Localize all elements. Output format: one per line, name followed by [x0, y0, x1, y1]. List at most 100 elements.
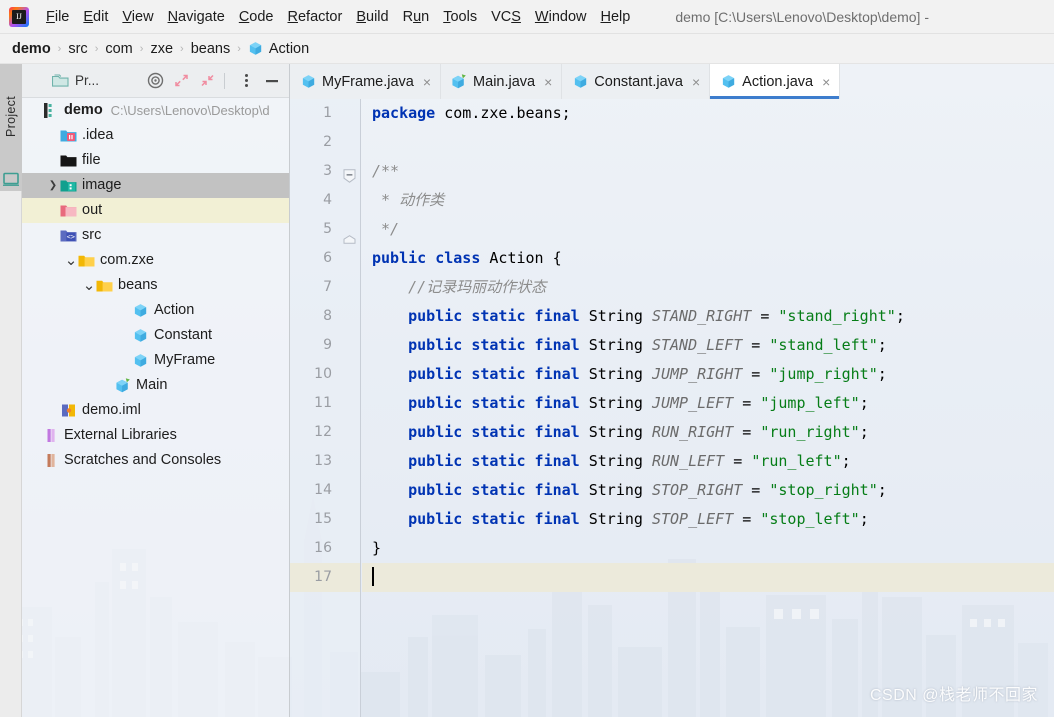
- close-icon[interactable]: ×: [822, 75, 830, 89]
- gutter-line-7[interactable]: 7: [290, 273, 360, 302]
- code-editor[interactable]: 1 2 3 4 5 6 7 8 9 10 11 12 13 14 15 16 17 package com.zx…: [290, 99, 1054, 717]
- locate-file-button[interactable]: [144, 70, 166, 92]
- tree-node-out[interactable]: out: [22, 198, 289, 223]
- tree-node-src[interactable]: <> src: [22, 223, 289, 248]
- code-line-16[interactable]: }: [362, 534, 1054, 563]
- menu-help[interactable]: Help: [593, 7, 637, 27]
- hide-panel-button[interactable]: [261, 70, 283, 92]
- breadcrumb-item-com[interactable]: com: [105, 41, 132, 57]
- editor-tab-main-java[interactable]: Main.java ×: [441, 64, 563, 99]
- close-icon[interactable]: ×: [423, 75, 431, 89]
- code-token: JUMP_LEFT: [651, 394, 734, 412]
- breadcrumb-item-beans[interactable]: beans: [191, 41, 231, 57]
- tree-node-image[interactable]: ❯ image: [22, 173, 289, 198]
- code-line-1[interactable]: package com.zxe.beans;: [362, 99, 1054, 128]
- menu-view[interactable]: View: [115, 7, 160, 27]
- close-icon[interactable]: ×: [692, 75, 700, 89]
- menu-edit[interactable]: Edit: [76, 7, 115, 27]
- editor-gutter[interactable]: 1 2 3 4 5 6 7 8 9 10 11 12 13 14 15 16 17: [290, 99, 361, 717]
- code-token: STOP_RIGHT: [651, 481, 743, 499]
- breadcrumb-item-action[interactable]: Action: [248, 41, 309, 57]
- chevron-right-icon[interactable]: ❯: [46, 180, 60, 191]
- code-line-3[interactable]: /**: [362, 157, 1054, 186]
- expand-all-button[interactable]: [170, 70, 192, 92]
- menu-window[interactable]: Window: [528, 7, 594, 27]
- gutter-line-1[interactable]: 1: [290, 99, 360, 128]
- gutter-line-8[interactable]: 8: [290, 302, 360, 331]
- editor-tab-action-java[interactable]: Action.java ×: [710, 64, 841, 99]
- code-line-2[interactable]: [362, 128, 1054, 157]
- tree-node-external-libraries[interactable]: External Libraries: [22, 423, 289, 448]
- tree-node-main[interactable]: Main: [22, 373, 289, 398]
- code-line-12[interactable]: public static final String RUN_RIGHT = "…: [362, 418, 1054, 447]
- code-line-8[interactable]: public static final String STAND_RIGHT =…: [362, 302, 1054, 331]
- menu-build[interactable]: Build: [349, 7, 395, 27]
- menu-refactor[interactable]: Refactor: [281, 7, 350, 27]
- gutter-line-16[interactable]: 16: [290, 534, 360, 563]
- code-line-7[interactable]: //记录玛丽动作状态: [362, 273, 1054, 302]
- collapse-all-button[interactable]: [196, 70, 218, 92]
- gutter-line-5[interactable]: 5: [290, 215, 360, 244]
- tree-node-idea[interactable]: .idea: [22, 123, 289, 148]
- code-line-11[interactable]: public static final String JUMP_LEFT = "…: [362, 389, 1054, 418]
- gutter-line-15[interactable]: 15: [290, 505, 360, 534]
- breadcrumb-item-label: demo: [12, 40, 51, 57]
- more-options-button[interactable]: [235, 70, 257, 92]
- tree-node-demo-iml[interactable]: demo.iml: [22, 398, 289, 423]
- gutter-line-14[interactable]: 14: [290, 476, 360, 505]
- package-icon: [96, 278, 113, 293]
- tree-node-myframe[interactable]: MyFrame: [22, 348, 289, 373]
- gutter-line-10[interactable]: 10: [290, 360, 360, 389]
- gutter-line-17[interactable]: 17: [290, 563, 360, 592]
- chevron-down-icon[interactable]: ⌄: [82, 278, 96, 293]
- tree-node-action[interactable]: Action: [22, 298, 289, 323]
- tree-node-scratches-and-consoles[interactable]: Scratches and Consoles: [22, 448, 289, 473]
- tool-button-project[interactable]: Project: [0, 64, 22, 169]
- gutter-line-9[interactable]: 9: [290, 331, 360, 360]
- gutter-line-2[interactable]: 2: [290, 128, 360, 157]
- menu-tools[interactable]: Tools: [436, 7, 484, 27]
- gutter-line-11[interactable]: 11: [290, 389, 360, 418]
- collapse-all-icon: [200, 74, 214, 87]
- code-line-15[interactable]: public static final String STOP_LEFT = "…: [362, 505, 1054, 534]
- code-line-5[interactable]: */: [362, 215, 1054, 244]
- code-line-9[interactable]: public static final String STAND_LEFT = …: [362, 331, 1054, 360]
- editor-code-area[interactable]: package com.zxe.beans; /** * 动作类 */ public…: [362, 99, 1054, 717]
- java-class-icon: [572, 74, 588, 89]
- code-line-4[interactable]: * 动作类: [362, 186, 1054, 215]
- fold-collapse-icon[interactable]: [343, 165, 356, 183]
- code-line-13[interactable]: public static final String RUN_LEFT = "r…: [362, 447, 1054, 476]
- code-token: public static final: [408, 510, 589, 528]
- breadcrumb-item-src[interactable]: src: [68, 41, 87, 57]
- gutter-line-4[interactable]: 4: [290, 186, 360, 215]
- project-tree[interactable]: demo C:\Users\Lenovo\Desktop\d .idea file ❯ i…: [22, 98, 289, 716]
- tree-node-file[interactable]: file: [22, 148, 289, 173]
- menu-run[interactable]: Run: [396, 7, 437, 27]
- code-token: "jump_left": [760, 394, 860, 412]
- gutter-line-12[interactable]: 12: [290, 418, 360, 447]
- menu-file[interactable]: File: [39, 7, 76, 27]
- code-token: "stand_right": [778, 307, 896, 325]
- gutter-line-6[interactable]: 6: [290, 244, 360, 273]
- code-line-6[interactable]: public class Action {: [362, 244, 1054, 273]
- tree-node-beans[interactable]: ⌄ beans: [22, 273, 289, 298]
- code-line-14[interactable]: public static final String STOP_RIGHT = …: [362, 476, 1054, 505]
- chevron-down-icon[interactable]: ⌄: [64, 253, 78, 268]
- tree-node-constant[interactable]: Constant: [22, 323, 289, 348]
- gutter-line-13[interactable]: 13: [290, 447, 360, 476]
- breadcrumb-item-demo[interactable]: demo: [12, 41, 51, 57]
- menu-vcs[interactable]: VCS: [484, 7, 528, 27]
- menu-navigate[interactable]: Navigate: [161, 7, 232, 27]
- gutter-line-3[interactable]: 3: [290, 157, 360, 186]
- close-icon[interactable]: ×: [544, 75, 552, 89]
- fold-end-icon[interactable]: [343, 226, 356, 244]
- java-main-class-icon: [114, 378, 131, 393]
- code-line-10[interactable]: public static final String JUMP_RIGHT = …: [362, 360, 1054, 389]
- breadcrumb-item-zxe[interactable]: zxe: [150, 41, 173, 57]
- editor-tab-myframe-java[interactable]: MyFrame.java ×: [290, 64, 442, 99]
- editor-tab-constant-java[interactable]: Constant.java ×: [562, 64, 711, 99]
- tree-node-demo[interactable]: demo C:\Users\Lenovo\Desktop\d: [22, 98, 289, 123]
- code-line-17[interactable]: [362, 563, 1054, 592]
- menu-code[interactable]: Code: [232, 7, 281, 27]
- tree-node-com-zxe[interactable]: ⌄ com.zxe: [22, 248, 289, 273]
